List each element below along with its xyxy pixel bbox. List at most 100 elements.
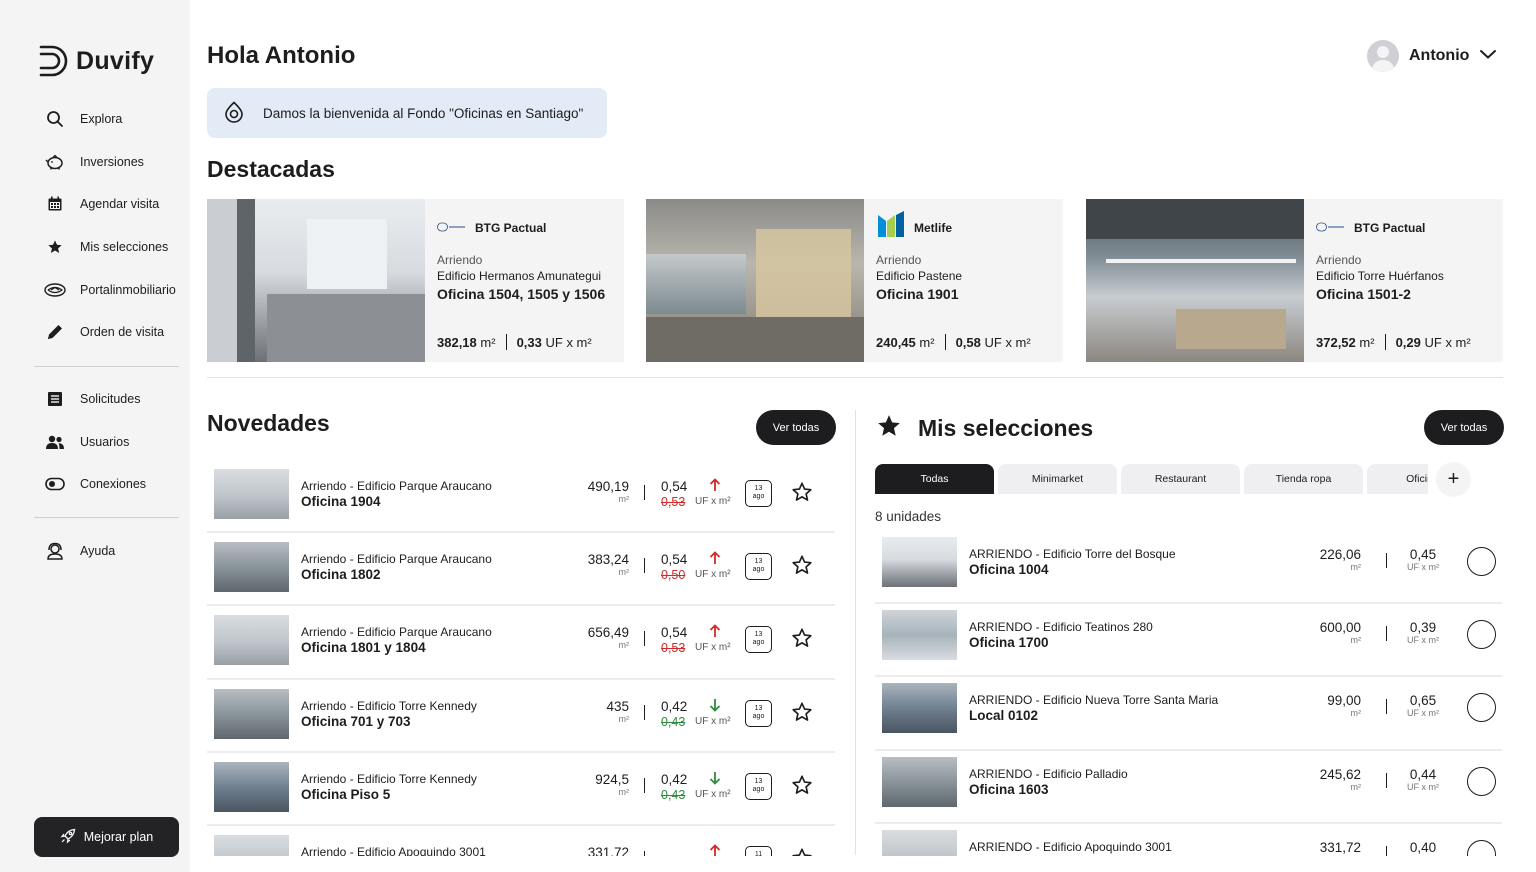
price-unit: UF x m² (695, 642, 731, 654)
separator (505, 334, 507, 350)
sidebar-item-orden-de-visita[interactable]: Orden de visita (34, 311, 179, 354)
portal-logo-icon (44, 281, 66, 299)
pen-icon (44, 323, 66, 341)
star-outline-icon[interactable] (791, 481, 813, 508)
price-value: 0,44 (1409, 766, 1437, 782)
property-thumbnail (882, 610, 957, 661)
list-item[interactable]: ARRIENDO - Edificio Torre del Bosque Ofi… (875, 531, 1502, 605)
list-item[interactable]: Arriendo - Edificio Parque Araucano Ofic… (207, 606, 835, 680)
unit-name: Oficina 1700 (969, 635, 1049, 651)
sidebar-item-label: Conexiones (80, 477, 147, 492)
sidebar-item-label: Agendar visita (80, 197, 160, 212)
list-item[interactable]: Arriendo - Edificio Torre Kennedy Oficin… (207, 753, 835, 826)
sidebar-item-label: Explora (80, 112, 123, 127)
featured-metrics: 240,45 m² 0,58 UF x m² (876, 334, 1031, 350)
price-value: 0,42 (661, 698, 688, 714)
property-thumbnail (214, 615, 289, 666)
sidebar-item-conexiones[interactable]: Conexiones (34, 463, 179, 506)
sidebar-divider (34, 517, 179, 518)
area: 99,00 m² (1327, 694, 1361, 719)
list-item[interactable]: Arriendo - Edificio Torre Kennedy Oficin… (207, 680, 835, 753)
featured-card[interactable]: Metlife Arriendo Edificio Pastene Oficin… (646, 199, 1063, 362)
price: 0,54 0,53 UF x m² (661, 480, 751, 510)
price-value: 0,40 (1409, 839, 1437, 855)
select-checkbox[interactable] (1467, 547, 1496, 576)
page-title: Hola Antonio (207, 42, 356, 69)
date-badge: 11 (745, 845, 772, 856)
separator (1386, 772, 1387, 788)
featured-card[interactable]: BTG Pactual Arriendo Edificio Hermanos A… (207, 199, 624, 362)
list-item[interactable]: ARRIENDO - Edificio Teatinos 280 Oficina… (875, 604, 1502, 678)
listing-title: Arriendo - Edificio Torre Kennedy (301, 698, 477, 713)
area-value: 331,72 (1319, 839, 1361, 855)
upgrade-plan-button[interactable]: Mejorar plan (34, 817, 179, 857)
list-item[interactable]: ARRIENDO - Edificio Nueva Torre Santa Ma… (875, 677, 1502, 751)
separator (944, 334, 946, 350)
separator (1384, 334, 1386, 350)
tab-minimarket[interactable]: Minimarket (998, 464, 1117, 494)
property-thumbnail (214, 761, 289, 812)
date-month: ago (752, 566, 765, 574)
price-unit: UF x m² (1407, 781, 1439, 792)
property-thumbnail (214, 542, 289, 593)
plus-icon: + (1447, 468, 1460, 490)
star-outline-icon[interactable] (791, 554, 813, 581)
sidebar-item-inversiones[interactable]: Inversiones (34, 141, 179, 184)
sidebar-item-ayuda[interactable]: Ayuda (34, 530, 179, 573)
tab-oficina[interactable]: Oficina c (1367, 464, 1428, 494)
list-item[interactable]: Arriendo - Edificio Apoquindo 3001 331,7… (207, 826, 835, 856)
list-item[interactable]: Arriendo - Edificio Parque Araucano Ofic… (207, 533, 835, 607)
separator (644, 777, 645, 793)
sidebar-item-agendar-visita[interactable]: Agendar visita (34, 183, 179, 226)
tab-tienda-ropa[interactable]: Tienda ropa (1244, 464, 1363, 494)
area-unit: m² (1350, 562, 1362, 572)
btg-pactual-logo-icon (437, 221, 467, 235)
selections-see-all-button[interactable]: Ver todas (1424, 410, 1504, 445)
featured-card-info: BTG Pactual Arriendo Edificio Hermanos A… (425, 199, 624, 362)
sidebar-item-mis-selecciones[interactable]: Mis selecciones (34, 226, 179, 269)
star-outline-icon[interactable] (791, 701, 813, 728)
duvify-logo[interactable]: Duvify (38, 44, 154, 78)
sidebar-item-portalinmobiliario[interactable]: Portalinmobiliario (34, 268, 179, 311)
area-unit: m² (919, 334, 935, 350)
brand: BTG Pactual (1316, 221, 1503, 235)
unit-name: Oficina 701 y 703 (301, 713, 411, 729)
price-unit: UF x m² (1407, 562, 1439, 572)
list-item[interactable]: Arriendo - Edificio Parque Araucano Ofic… (207, 460, 835, 534)
news-see-all-button[interactable]: Ver todas (756, 410, 836, 445)
add-list-button[interactable]: + (1436, 462, 1471, 497)
select-checkbox[interactable] (1467, 766, 1496, 796)
selections-header: Mis selecciones (876, 413, 1093, 444)
star-outline-icon[interactable] (791, 627, 813, 654)
price: 0,42 0,43 UF x m² (661, 772, 751, 802)
unit-name: Oficina 1501-2 (1316, 286, 1411, 302)
area: 656,49 m² (588, 626, 629, 651)
property-thumbnail (882, 537, 957, 587)
area-unit: m² (1350, 781, 1362, 792)
list-item[interactable]: ARRIENDO - Edificio Palladio Oficina 160… (875, 751, 1502, 824)
tab-restaurant[interactable]: Restaurant (1121, 464, 1240, 494)
area-value: 656,49 (587, 625, 629, 641)
listing-title: ARRIENDO - Edificio Torre del Bosque (969, 547, 1176, 561)
date-badge: 13 ago (745, 772, 772, 800)
user-menu[interactable]: Antonio (1367, 40, 1497, 72)
select-checkbox[interactable] (1467, 839, 1496, 856)
area-unit: m² (1359, 334, 1375, 350)
news-list: Arriendo - Edificio Parque Araucano Ofic… (207, 460, 837, 856)
unit-name: Oficina Piso 5 (301, 786, 391, 802)
list-item[interactable]: ARRIENDO - Edificio Apoquindo 3001 331,7… (875, 824, 1502, 856)
select-checkbox[interactable] (1467, 620, 1496, 650)
star-outline-icon[interactable] (791, 847, 813, 856)
sidebar-item-explora[interactable]: Explora (34, 98, 179, 141)
sidebar-item-usuarios[interactable]: Usuarios (34, 421, 179, 464)
area-value: 924,5 (595, 771, 629, 787)
select-checkbox[interactable] (1467, 693, 1496, 723)
tab-todas[interactable]: Todas (875, 464, 994, 494)
sidebar-item-solicitudes[interactable]: Solicitudes (34, 378, 179, 421)
star-outline-icon[interactable] (791, 774, 813, 801)
property-thumbnail (214, 469, 289, 519)
featured-metrics: 372,52 m² 0,29 UF x m² (1316, 334, 1471, 350)
separator (1386, 553, 1387, 568)
featured-card[interactable]: BTG Pactual Arriendo Edificio Torre Huér… (1086, 199, 1503, 362)
brand-name: BTG Pactual (475, 221, 547, 235)
